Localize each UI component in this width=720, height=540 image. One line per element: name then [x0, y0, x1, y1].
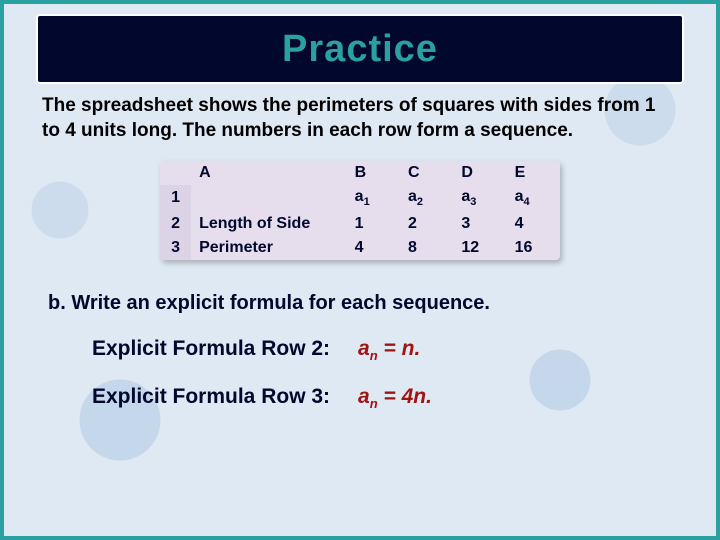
cell: 2 [400, 212, 453, 236]
row-index: 3 [160, 236, 191, 260]
cell: 3 [453, 212, 506, 236]
cell: Length of Side [191, 212, 347, 236]
cell: a3 [453, 185, 506, 211]
col-header: E [507, 161, 560, 185]
intro-text: The spreadsheet shows the perimeters of … [42, 94, 678, 143]
cell: 4 [507, 212, 560, 236]
cell [191, 185, 347, 211]
corner-cell [160, 161, 191, 185]
spreadsheet-table: A B C D E 1 a1 a2 a3 a4 2 Length of Side… [160, 161, 560, 259]
col-header: B [347, 161, 400, 185]
cell: 12 [453, 236, 506, 260]
formula-expr: an = n. [358, 337, 420, 363]
cell: a1 [347, 185, 400, 211]
col-header: D [453, 161, 506, 185]
cell: 8 [400, 236, 453, 260]
row-index: 2 [160, 212, 191, 236]
cell: 1 [347, 212, 400, 236]
formula-row-3: Explicit Formula Row 3: an = 4n. [92, 385, 716, 411]
formula-expr: an = 4n. [358, 385, 432, 411]
table-row: 3 Perimeter 4 8 12 16 [160, 236, 560, 260]
cell: 16 [507, 236, 560, 260]
formula-row-2: Explicit Formula Row 2: an = n. [92, 337, 716, 363]
table-row: 1 a1 a2 a3 a4 [160, 185, 560, 211]
page-title: Practice [282, 28, 438, 71]
cell: a2 [400, 185, 453, 211]
col-header: A [191, 161, 347, 185]
cell: Perimeter [191, 236, 347, 260]
table-row: A B C D E [160, 161, 560, 185]
cell: 4 [347, 236, 400, 260]
col-header: C [400, 161, 453, 185]
table-row: 2 Length of Side 1 2 3 4 [160, 212, 560, 236]
title-banner: Practice [36, 14, 684, 84]
question-text: b. Write an explicit formula for each se… [48, 292, 716, 315]
cell: a4 [507, 185, 560, 211]
formula-label: Explicit Formula Row 3: [92, 385, 330, 409]
formula-label: Explicit Formula Row 2: [92, 337, 330, 361]
row-index: 1 [160, 185, 191, 211]
